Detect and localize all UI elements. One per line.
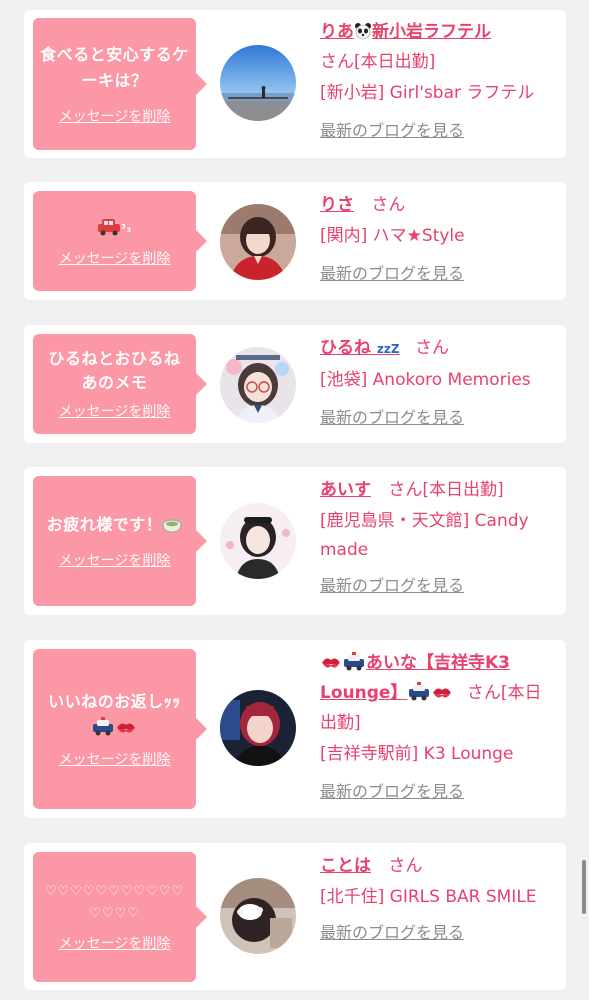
latest-blog-link[interactable]: 最新のブログを見る (320, 777, 558, 807)
delete-message-link[interactable]: メッセージを削除 (59, 933, 171, 953)
latest-blog-link[interactable]: 最新のブログを見る (320, 571, 558, 601)
girl-info: あいす さん[本日出勤] [鹿児島県・天文館] Candy made 最新のブロ… (320, 475, 558, 601)
delete-message-link[interactable]: メッセージを削除 (59, 401, 171, 421)
message-card: ひるねとおひるね あのメモ メッセージを削除 ひるね zzZ さん [池袋] A… (24, 325, 566, 443)
message-card: 食べると安心するケーキは？ メッセージを削除 りあ 新小岩ラフテル さん[本日出… (24, 10, 566, 158)
delete-message-link[interactable]: メッセージを削除 (59, 248, 171, 268)
police-car-emoji-icon (93, 717, 114, 736)
honorific: さん (415, 338, 449, 358)
girl-name-link[interactable]: りあ 新小岩ラフテル (320, 22, 491, 42)
latest-blog-link[interactable]: 最新のブログを見る (320, 403, 558, 433)
shop-info: [関内] ハマ★Style (320, 226, 465, 246)
message-text: ³₃ (97, 214, 132, 240)
avatar-photo-glasses-girl (220, 347, 296, 423)
message-text: ひるねとおひるね あのメモ (39, 347, 190, 395)
honorific: さん (388, 856, 423, 876)
police-car-emoji-icon (409, 682, 430, 701)
avatar[interactable] (220, 204, 296, 280)
message-body: ひるねとおひるね あのメモ (48, 349, 181, 392)
message-bubble: お疲れ様です！ メッセージを削除 (33, 476, 207, 606)
message-text: お疲れ様です！ (47, 512, 183, 538)
delete-message-link[interactable]: メッセージを削除 (59, 550, 171, 570)
shop-info: [鹿児島県・天文館] Candy made (320, 511, 529, 560)
delete-message-link[interactable]: メッセージを削除 (59, 749, 171, 769)
honorific: さん (320, 52, 354, 72)
shop-info: [北千住] GIRLS BAR SMILE (320, 887, 537, 907)
message-bubble: ひるねとおひるね あのメモ メッセージを削除 (33, 334, 207, 434)
girl-info: りさ さん [関内] ハマ★Style 最新のブログを見る (320, 190, 558, 289)
message-bubble: ³₃ メッセージを削除 (33, 191, 207, 291)
message-card: ³₃ メッセージを削除 りさ さん [関内] ハマ★Style 最新のブログを見… (24, 182, 566, 300)
avatar[interactable] (220, 690, 296, 766)
shop-info: [池袋] Anokoro Memories (320, 370, 531, 390)
avatar-photo-red-hair-girl (220, 690, 296, 766)
latest-blog-link[interactable]: 最新のブログを見る (320, 918, 558, 948)
message-bubble: 食べると安心するケーキは？ メッセージを削除 (33, 18, 207, 150)
honorific: さん (388, 480, 423, 500)
honorific: さん (466, 683, 501, 703)
girl-name-link[interactable]: ことは (320, 856, 371, 876)
girl-name[interactable]: ひるね (320, 338, 371, 358)
message-body: お疲れ様です！ (46, 515, 163, 534)
avatar-photo-twin-tail-girl (220, 503, 296, 579)
latest-blog-link[interactable]: 最新のブログを見る (320, 116, 558, 146)
girl-name-suffix[interactable]: 新小岩ラフテル (372, 22, 491, 42)
girl-info: あいな【吉祥寺K3 Lounge】 さん[本日出勤] [吉祥寺駅前] K3 Lo… (320, 648, 558, 807)
panda-emoji-icon (355, 23, 371, 40)
honorific: さん (371, 195, 406, 215)
message-card: いいねのお返しｯｯ メッセージを削除 あいな【吉祥寺K3 Lounge】 さん[… (24, 640, 566, 818)
avatar[interactable] (220, 878, 296, 954)
girl-name-link[interactable]: ひるね zzZ (320, 338, 400, 358)
message-card: お疲れ様です！ メッセージを削除 あいす さん[本日出勤] [鹿児島県・天文館]… (24, 467, 566, 615)
avatar[interactable] (220, 347, 296, 423)
message-text: 食べると安心するケーキは？ (40, 45, 189, 90)
status-badge: [本日出勤] (422, 480, 504, 500)
police-car-emoji-icon (344, 652, 364, 671)
message-body: いいねのお返しｯｯ (48, 692, 181, 711)
girl-info: ひるね zzZ さん [池袋] Anokoro Memories 最新のブログを… (320, 333, 558, 433)
kiss-mark-emoji-icon (433, 688, 452, 698)
avatar-photo-maid-headdress (220, 878, 296, 954)
shop-info: [新小岩] Girl'sbar ラフテル (320, 83, 535, 103)
tea-cup-emoji-icon (162, 519, 182, 533)
status-badge: [本日出勤] (354, 52, 436, 72)
avatar-photo-girl-red (220, 204, 296, 280)
avatar[interactable] (220, 45, 296, 121)
sleeping-zz-icon: zzZ (376, 342, 400, 356)
message-bubble: いいねのお返しｯｯ メッセージを削除 (33, 649, 207, 809)
message-text: ♡♡♡♡♡♡♡♡♡♡♡♡♡♡♡ (44, 884, 185, 921)
message-bubble: ♡♡♡♡♡♡♡♡♡♡♡♡♡♡♡ メッセージを削除 (33, 852, 207, 982)
kiss-mark-emoji-icon (322, 658, 340, 668)
girl-name-link[interactable]: あいす (320, 480, 371, 500)
message-superscripts: ³₃ (121, 222, 132, 235)
girl-info: ことは さん [北千住] GIRLS BAR SMILE 最新のブログを見る (320, 851, 558, 948)
delete-message-link[interactable]: メッセージを削除 (59, 106, 171, 126)
avatar[interactable] (220, 503, 296, 579)
shop-info: [吉祥寺駅前] K3 Lounge (320, 744, 514, 764)
avatar-photo-seaside (220, 45, 296, 121)
message-text: いいねのお返しｯｯ (48, 689, 181, 741)
girl-info: りあ 新小岩ラフテル さん[本日出勤] [新小岩] Girl'sbar ラフテル … (320, 17, 558, 146)
car-emoji-icon (98, 219, 121, 236)
message-card: ♡♡♡♡♡♡♡♡♡♡♡♡♡♡♡ メッセージを削除 ことは さん [北千住] GI… (24, 843, 566, 990)
latest-blog-link[interactable]: 最新のブログを見る (320, 259, 558, 289)
kiss-mark-emoji-icon (117, 723, 136, 733)
girl-name-link[interactable]: りさ (320, 195, 354, 215)
scrollbar[interactable] (582, 860, 586, 914)
girl-name[interactable]: りあ (320, 22, 354, 42)
